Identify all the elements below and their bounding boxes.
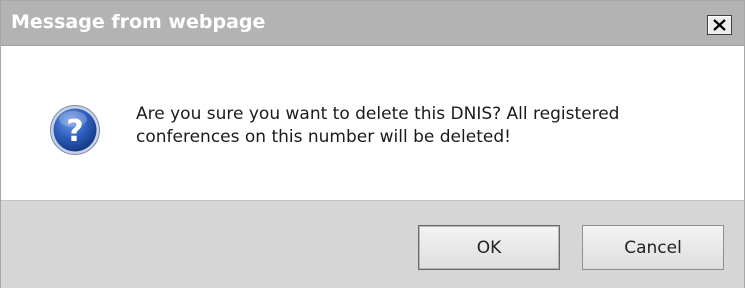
dialog-content: ? Are you sure you want to delete this D…: [1, 46, 744, 200]
dialog-message: Are you sure you want to delete this DNI…: [136, 103, 716, 149]
message-line-2: conferences on this number will be delet…: [136, 127, 511, 147]
question-icon: ?: [50, 105, 100, 155]
message-dialog: Message from webpage ? Are you sure you …: [0, 0, 745, 288]
message-line-1: Are you sure you want to delete this DNI…: [136, 104, 620, 124]
ok-button[interactable]: OK: [418, 225, 560, 270]
dialog-footer: OK Cancel: [1, 200, 744, 288]
dialog-titlebar[interactable]: Message from webpage: [1, 1, 744, 46]
dialog-title: Message from webpage: [11, 11, 266, 33]
cancel-button[interactable]: Cancel: [582, 225, 724, 270]
close-button[interactable]: [707, 15, 732, 35]
svg-text:?: ?: [66, 114, 83, 149]
close-icon: [713, 19, 726, 31]
